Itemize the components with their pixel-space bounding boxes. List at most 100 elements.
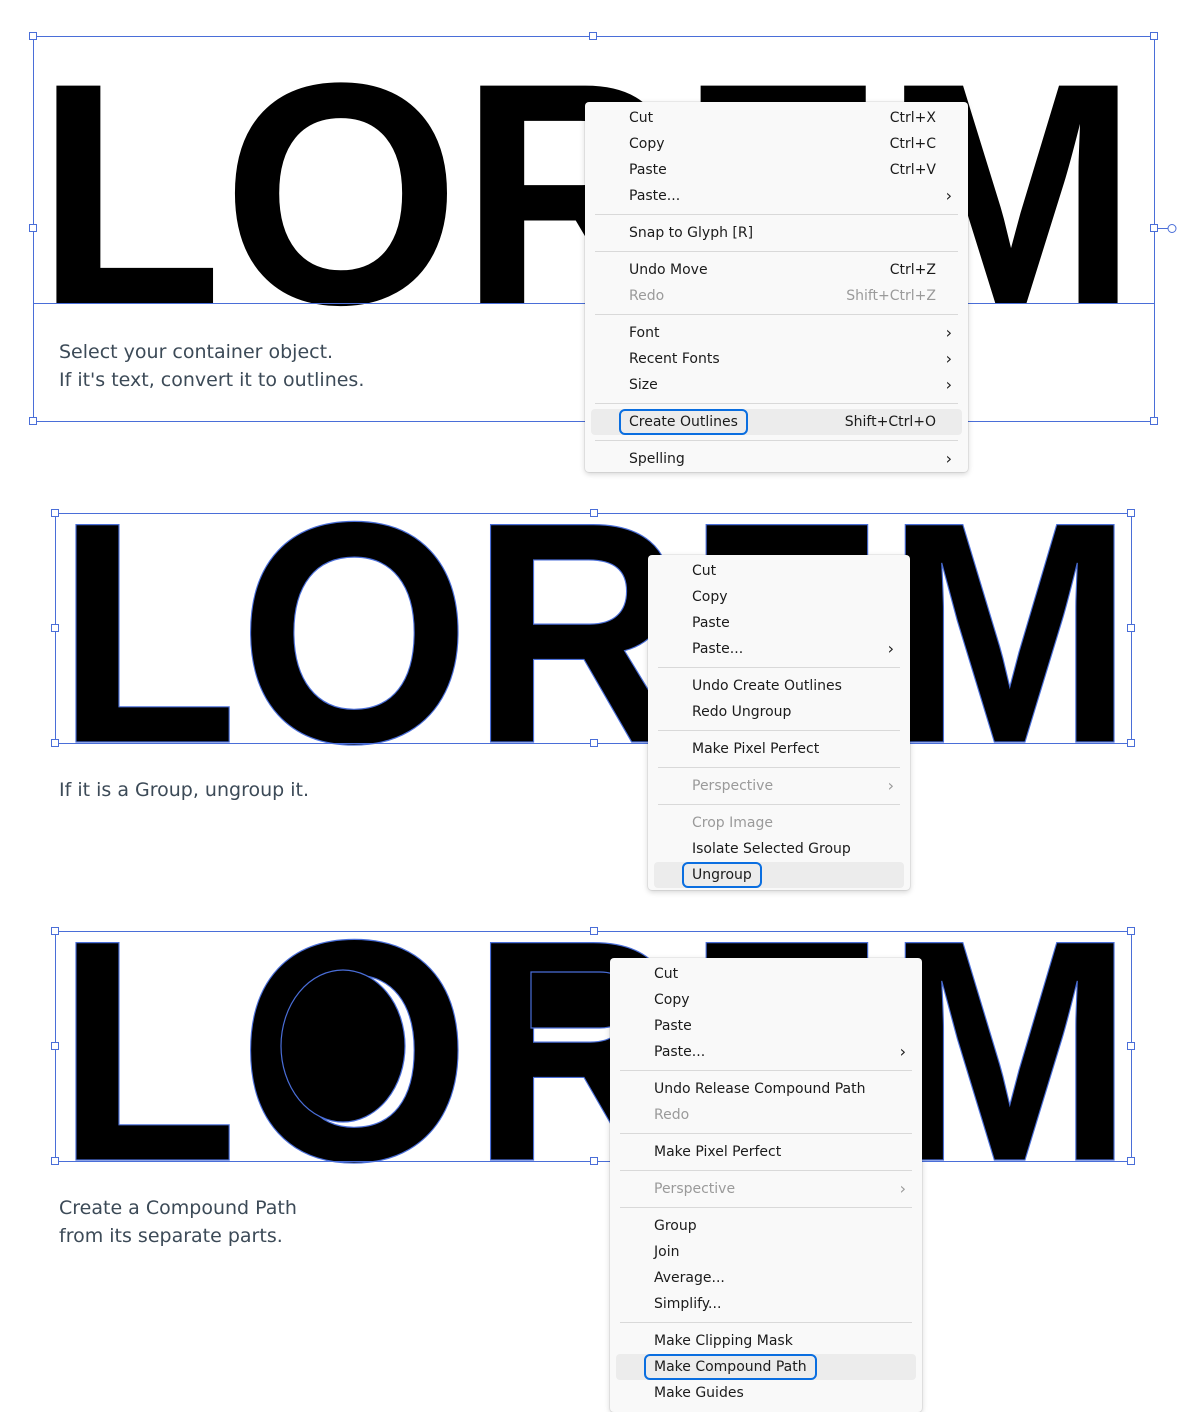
menu-item-label: Paste... xyxy=(654,1044,706,1060)
menu-item-make-compound-path[interactable]: Make Compound Path xyxy=(616,1354,916,1380)
artboard-step-2: LOREM xyxy=(51,480,1135,810)
menu-separator xyxy=(658,667,900,668)
menu-item-join[interactable]: Join xyxy=(616,1239,916,1265)
menu-item-label: Perspective xyxy=(692,778,774,794)
chevron-right-icon: › xyxy=(945,375,952,394)
menu-item-crop-image: Crop Image xyxy=(654,810,904,836)
menu-item-copy[interactable]: Copy Ctrl+C xyxy=(591,131,962,157)
step-2-panel: LOREM If it is a Group, ungroup it. Cut C… xyxy=(0,480,1191,900)
menu-item-isolate-selected-group[interactable]: Isolate Selected Group xyxy=(654,836,904,862)
menu-separator xyxy=(658,767,900,768)
menu-separator xyxy=(658,730,900,731)
menu-item-cut[interactable]: Cut xyxy=(654,558,904,584)
highlight-ring-label: Create Outlines xyxy=(619,409,748,435)
highlight-ring-label: Ungroup xyxy=(682,862,762,888)
menu-item-paste[interactable]: Paste... › xyxy=(616,1039,916,1065)
chevron-right-icon: › xyxy=(899,1042,906,1061)
menu-item-label: Snap to Glyph [R] xyxy=(629,225,754,241)
menu-separator xyxy=(658,804,900,805)
menu-item-label: Undo Move xyxy=(629,262,708,278)
menu-item-label: Redo xyxy=(629,288,665,304)
menu-item-paste[interactable]: Paste xyxy=(616,1013,916,1039)
menu-item-copy[interactable]: Copy xyxy=(654,584,904,610)
step-3-caption: Create a Compound Path from its separate… xyxy=(59,1194,297,1250)
menu-separator xyxy=(595,403,958,404)
menu-item-label: Group xyxy=(654,1218,697,1234)
menu-item-redo: Redo xyxy=(616,1102,916,1128)
menu-item-ungroup[interactable]: Ungroup xyxy=(654,862,904,888)
menu-item-undo-create-outlines[interactable]: Undo Create Outlines xyxy=(654,673,904,699)
caption-line: If it is a Group, ungroup it. xyxy=(59,779,309,801)
chevron-right-icon: › xyxy=(887,776,894,795)
menu-item-make-pixel-perfect[interactable]: Make Pixel Perfect xyxy=(616,1139,916,1165)
menu-item-size[interactable]: Size › xyxy=(591,372,962,398)
menu-item-label: Paste xyxy=(629,162,667,178)
step-2-caption: If it is a Group, ungroup it. xyxy=(59,776,309,804)
menu-item-redo-ungroup[interactable]: Redo Ungroup xyxy=(654,699,904,725)
menu-item-label: Make Clipping Mask xyxy=(654,1333,793,1349)
menu-item-redo: Redo Shift+Ctrl+Z xyxy=(591,283,962,309)
chevron-right-icon: › xyxy=(945,349,952,368)
menu-item-create-outlines[interactable]: Create Outlines Shift+Ctrl+O xyxy=(591,409,962,435)
menu-item-average[interactable]: Average... xyxy=(616,1265,916,1291)
caption-line: Select your container object. xyxy=(59,341,334,363)
chevron-right-icon: › xyxy=(945,449,952,468)
step-1-caption: Select your container object. If it's te… xyxy=(59,338,364,394)
menu-item-font[interactable]: Font › xyxy=(591,320,962,346)
menu-item-label: Redo xyxy=(654,1107,690,1123)
o-counter-path[interactable] xyxy=(280,969,406,1123)
outlined-lorem-group[interactable]: LOREM xyxy=(55,480,1134,810)
chevron-right-icon: › xyxy=(899,1179,906,1198)
menu-item-paste[interactable]: Paste xyxy=(654,610,904,636)
menu-item-shortcut: Ctrl+V xyxy=(889,162,936,178)
menu-item-label: Make Pixel Perfect xyxy=(654,1144,782,1160)
menu-separator xyxy=(595,251,958,252)
menu-item-label: Spelling xyxy=(629,451,685,467)
menu-item-label: Copy xyxy=(692,589,728,605)
menu-item-label: Crop Image xyxy=(692,815,773,831)
menu-item-label: Make Pixel Perfect xyxy=(692,741,820,757)
menu-item-make-pixel-perfect[interactable]: Make Pixel Perfect xyxy=(654,736,904,762)
menu-item-paste[interactable]: Paste... › xyxy=(654,636,904,662)
caption-line: from its separate parts. xyxy=(59,1225,283,1247)
menu-item-label: Isolate Selected Group xyxy=(692,841,851,857)
chevron-right-icon: › xyxy=(887,639,894,658)
menu-item-cut[interactable]: Cut xyxy=(616,961,916,987)
menu-item-perspective: Perspective › xyxy=(654,773,904,799)
menu-item-shortcut: Shift+Ctrl+O xyxy=(844,414,936,430)
menu-item-paste[interactable]: Paste... › xyxy=(591,183,962,209)
menu-item-label: Paste... xyxy=(629,188,681,204)
menu-item-label: Cut xyxy=(692,563,717,579)
menu-item-make-guides[interactable]: Make Guides xyxy=(616,1380,916,1406)
menu-item-snap-to-glyph-r[interactable]: Snap to Glyph [R] xyxy=(591,220,962,246)
menu-item-label: Undo Release Compound Path xyxy=(654,1081,866,1097)
menu-item-label: Cut xyxy=(629,110,654,126)
menu-item-cut[interactable]: Cut Ctrl+X xyxy=(591,105,962,131)
menu-item-paste[interactable]: Paste Ctrl+V xyxy=(591,157,962,183)
menu-separator xyxy=(595,440,958,441)
menu-item-make-clipping-mask[interactable]: Make Clipping Mask xyxy=(616,1328,916,1354)
menu-item-undo-release-compound-path[interactable]: Undo Release Compound Path xyxy=(616,1076,916,1102)
menu-item-spelling[interactable]: Spelling › xyxy=(591,446,962,472)
menu-separator xyxy=(620,1207,912,1208)
menu-item-undo-move[interactable]: Undo Move Ctrl+Z xyxy=(591,257,962,283)
menu-item-simplify[interactable]: Simplify... xyxy=(616,1291,916,1317)
menu-item-recent-fonts[interactable]: Recent Fonts › xyxy=(591,346,962,372)
menu-item-label: Average... xyxy=(654,1270,725,1286)
menu-item-label: Redo Ungroup xyxy=(692,704,792,720)
menu-separator xyxy=(620,1133,912,1134)
menu-item-shortcut: Ctrl+X xyxy=(889,110,936,126)
menu-item-label: Paste xyxy=(654,1018,692,1034)
chevron-right-icon: › xyxy=(945,323,952,342)
menu-separator xyxy=(595,314,958,315)
menu-separator xyxy=(595,214,958,215)
caption-line: If it's text, convert it to outlines. xyxy=(59,369,365,391)
released-lorem-paths[interactable]: LOREM xyxy=(55,900,1134,1228)
menu-item-copy[interactable]: Copy xyxy=(616,987,916,1013)
menu-item-shortcut: Ctrl+C xyxy=(889,136,936,152)
step-3-panel: LOREM Create a Compound Path from its se… xyxy=(0,900,1191,1412)
menu-item-label: Paste xyxy=(692,615,730,631)
menu-separator xyxy=(620,1322,912,1323)
menu-item-group[interactable]: Group xyxy=(616,1213,916,1239)
menu-item-perspective: Perspective › xyxy=(616,1176,916,1202)
